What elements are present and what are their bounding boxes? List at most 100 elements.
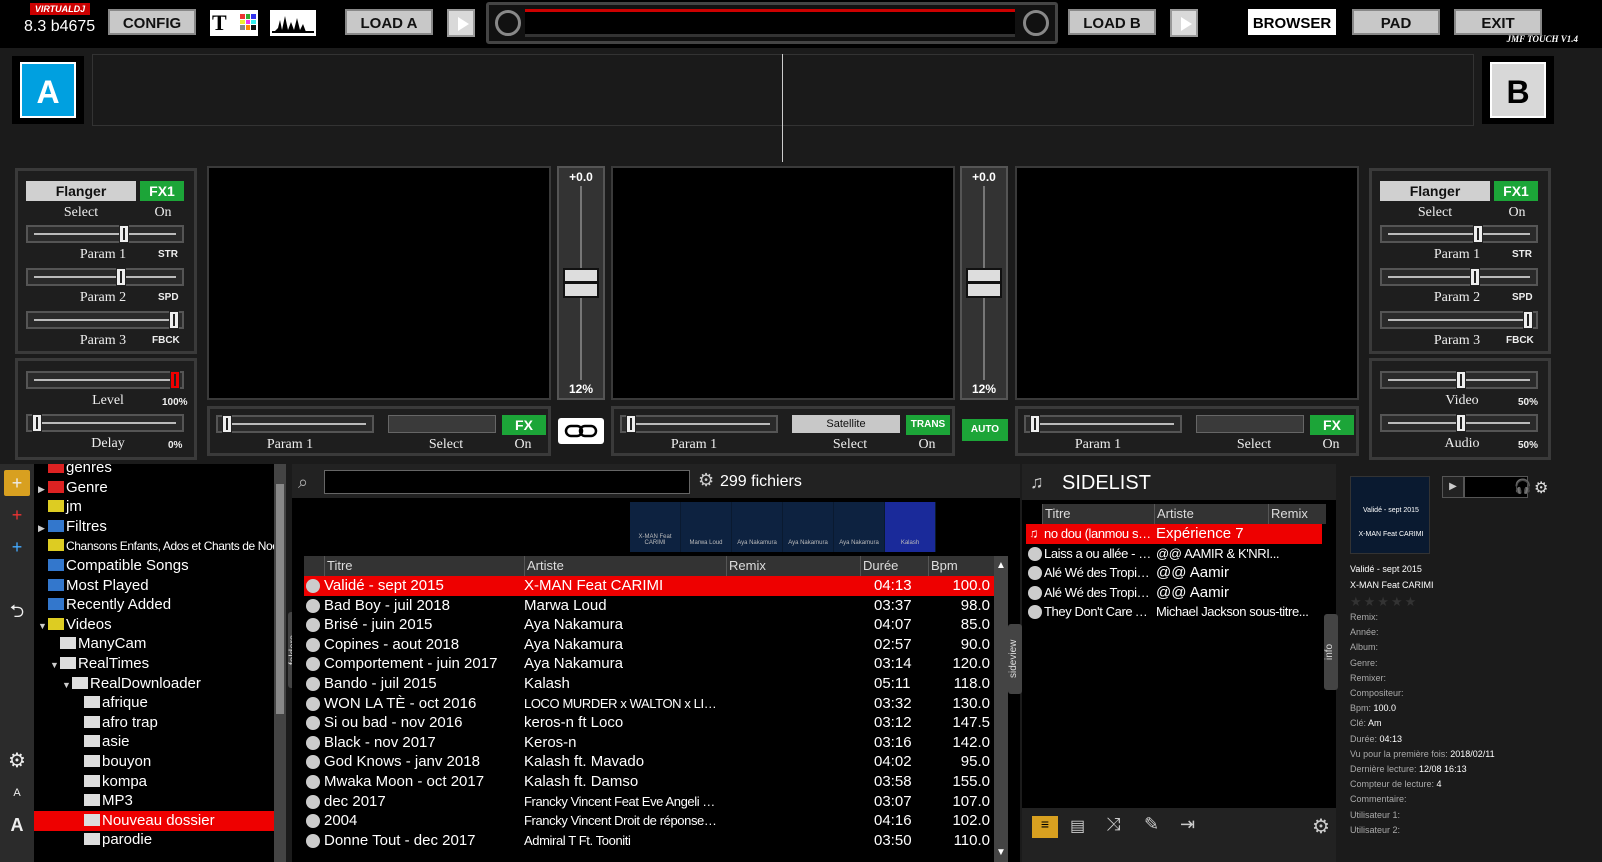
fx-param2-slider-left[interactable] [26, 268, 184, 286]
audio-slider[interactable] [1380, 414, 1538, 432]
track-row[interactable]: 2004 Francky Vincent Droit de réponse (Re… [304, 811, 994, 831]
list-scrollbar[interactable]: ▲ ▼ [994, 556, 1008, 862]
delay-slider[interactable] [26, 414, 184, 432]
sidelist-row[interactable]: Laiss a ou allée - GO... @@ AAMIR & K'NRI… [1026, 544, 1322, 564]
column-header-bpm[interactable]: Bpm [928, 556, 958, 576]
video-slider[interactable] [1380, 371, 1538, 389]
scroll-up-icon[interactable]: ▲ [996, 560, 1006, 571]
track-row[interactable]: Validé - sept 2015 X-MAN Feat CARIMI 04:13… [304, 576, 994, 596]
slider-knob[interactable] [116, 268, 126, 286]
track-row[interactable]: Bando - juil 2015 Kalash 05:11 118.0 [304, 674, 994, 694]
column-header-artiste[interactable]: Artiste [524, 556, 564, 576]
tab-info[interactable]: info [1324, 614, 1338, 690]
cover-thumb[interactable]: Aya Nakamura [732, 502, 782, 552]
tree-scroll-thumb[interactable] [276, 484, 284, 714]
column-header-remix[interactable]: Remix [726, 556, 766, 576]
track-row[interactable]: Bad Boy - juil 2018 Marwa Loud 03:37 98.0 [304, 596, 994, 616]
slider-knob[interactable] [169, 311, 180, 329]
track-rows[interactable]: Validé - sept 2015 X-MAN Feat CARIMI 04:13… [304, 576, 994, 862]
cover-thumb[interactable]: Aya Nakamura [783, 502, 833, 552]
param-slider[interactable] [1024, 415, 1182, 433]
cover-strip[interactable]: X-MAN Feat CARIMI Marwa Loud Aya Nakamura A… [630, 502, 936, 552]
track-row[interactable]: Comportement - juin 2017 Aya Nakamura 03:1… [304, 654, 994, 674]
search-input[interactable] [324, 470, 690, 494]
sidelist-row[interactable]: ♫ no dou (lanmou sé on cExpérience 7 [1026, 524, 1322, 544]
play-b-button[interactable] [1170, 9, 1198, 37]
slider-knob[interactable] [1523, 311, 1534, 329]
waveform-mode-button[interactable] [270, 10, 316, 36]
font-large-icon[interactable]: A [4, 812, 30, 838]
slider-knob[interactable] [222, 415, 232, 433]
track-row[interactable]: Si ou bad - nov 2016 keros-n ft Loco 03:12… [304, 713, 994, 733]
cover-thumb[interactable]: Marwa Loud [681, 502, 731, 552]
fx-select-box[interactable] [388, 415, 496, 433]
tree-item[interactable]: parodie [74, 830, 152, 850]
tree-item[interactable]: asie [74, 732, 130, 752]
cover-thumb[interactable]: X-MAN Feat CARIMI [630, 502, 680, 552]
fx-name-left[interactable]: Flanger [26, 181, 136, 201]
tree-arrow-icon[interactable]: ▶ [38, 518, 48, 538]
tree-item[interactable]: MP3 [74, 791, 133, 811]
tree-arrow-icon[interactable]: ▶ [38, 479, 48, 499]
fx-param2-slider-right[interactable] [1380, 268, 1538, 286]
browser-button[interactable]: BROWSER [1248, 9, 1336, 35]
tree-item[interactable]: ▶ Genre [38, 478, 108, 498]
param-slider[interactable] [216, 415, 374, 433]
tree-item[interactable]: afro trap [74, 713, 158, 733]
fx-select-box[interactable] [1196, 415, 1304, 433]
video-knob[interactable] [1456, 371, 1466, 389]
tree-item[interactable]: ▼ RealDownloader [62, 674, 201, 694]
deck-b-badge[interactable]: B [1490, 62, 1546, 118]
pitch-handle[interactable] [966, 268, 1002, 298]
pitch-slider-left[interactable]: +0.0 12% [557, 166, 605, 400]
exit-button[interactable]: EXIT [1454, 9, 1542, 35]
level-knob[interactable] [170, 371, 180, 389]
track-row[interactable]: Donne Tout - dec 2017 Admiral T Ft. Tooni… [304, 831, 994, 851]
tree-item[interactable]: Nouveau dossier [34, 810, 274, 831]
shuffle-icon[interactable]: ⤨ [1106, 814, 1120, 835]
tree-item[interactable]: genres [38, 464, 112, 478]
link-button[interactable] [558, 418, 604, 444]
tree-item[interactable]: afrique [74, 693, 148, 713]
fx-param1-slider-right[interactable] [1380, 225, 1538, 243]
video-screen-center[interactable] [611, 166, 955, 400]
track-row[interactable]: God Knows - janv 2018 Kalash ft. Mavado 04… [304, 752, 994, 772]
track-row[interactable]: WON LA TÈ - oct 2016 LOCO MURDER x WALTON… [304, 694, 994, 714]
track-row[interactable]: Brisé - juin 2015 Aya Nakamura 04:07 85.0 [304, 615, 994, 635]
column-header-durée[interactable]: Durée [860, 556, 898, 576]
trans-button[interactable]: TRANS [906, 415, 950, 435]
fx-slot-right[interactable]: FX1 [1494, 181, 1538, 201]
tree-item[interactable]: ▶ Filtres [38, 517, 107, 537]
slider-knob[interactable] [626, 415, 636, 433]
auto-button[interactable]: AUTO [962, 419, 1008, 441]
play-a-button[interactable] [447, 9, 475, 37]
tree-arrow-icon[interactable]: ▼ [38, 616, 48, 636]
tree-item[interactable]: Chansons Enfants, Ados et Chants de Noel [38, 536, 281, 556]
tree-item[interactable]: Recently Added [38, 595, 171, 615]
add-playlist-icon[interactable]: + [4, 534, 30, 560]
tree-item[interactable]: ▼ RealTimes [50, 654, 149, 674]
fx-param1-slider-left[interactable] [26, 225, 184, 243]
add-filter-icon[interactable]: + [4, 502, 30, 528]
transition-name[interactable]: Satellite [792, 415, 900, 433]
gear-icon[interactable]: ⚙ [698, 470, 714, 491]
fx-button[interactable]: FX [502, 415, 546, 435]
automix-icon[interactable]: ▤ [1070, 816, 1085, 836]
sidelist-row[interactable]: Alé Wé des Tropique... @@ Aamir [1026, 563, 1322, 583]
tree-arrow-icon[interactable]: ▼ [62, 675, 72, 695]
cover-thumb[interactable]: Aya Nakamura [834, 502, 884, 552]
folder-tree[interactable]: genres ▶ Genre jm ▶ Filtres Chansons Enfants, … [34, 464, 286, 862]
pitch-slider-right[interactable]: +0.0 12% [960, 166, 1008, 400]
slider-knob[interactable] [1472, 225, 1483, 243]
tree-scrollbar[interactable] [274, 464, 286, 862]
add-folder-icon[interactable]: + [4, 470, 30, 496]
pad-button[interactable]: PAD [1352, 9, 1440, 35]
tree-item[interactable]: jm [38, 497, 82, 517]
tab-sideview[interactable]: sideview [1008, 624, 1022, 694]
fx-param3-slider-left[interactable] [26, 311, 184, 329]
back-icon[interactable]: ⮌ [4, 598, 30, 624]
waveform-display[interactable] [92, 54, 1474, 126]
sidelist-column-remix[interactable]: Remix [1268, 504, 1308, 524]
tree-item[interactable]: ManyCam [50, 634, 146, 654]
slider-knob[interactable] [1030, 415, 1040, 433]
